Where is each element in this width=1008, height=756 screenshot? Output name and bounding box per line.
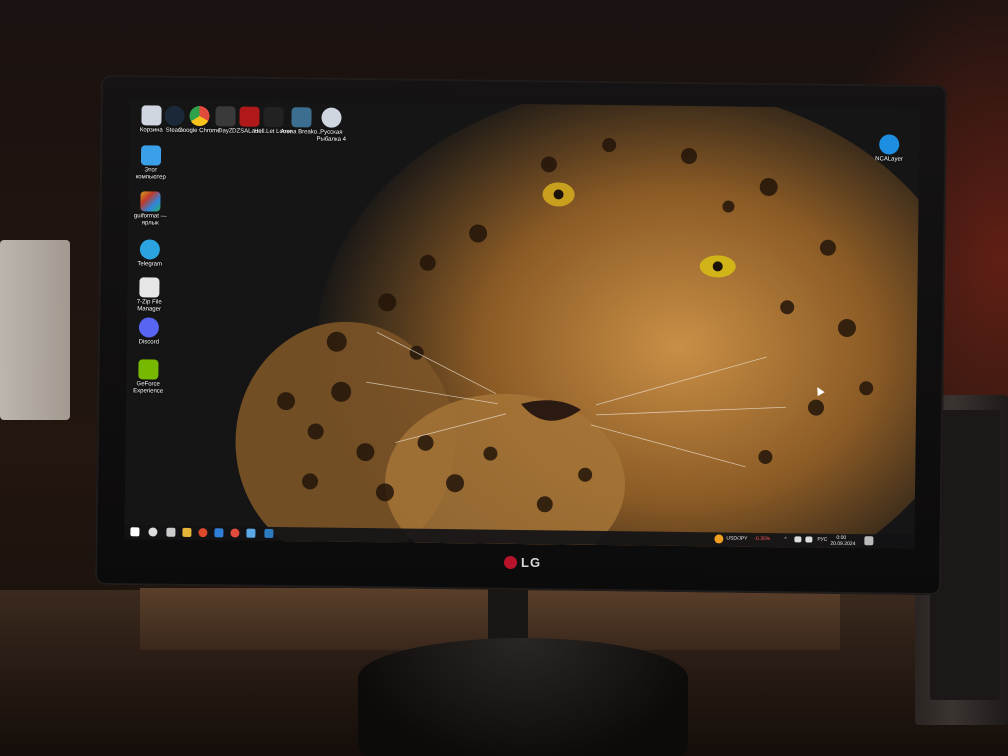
monitor-stand-base — [358, 638, 688, 756]
desktop-icon-discord[interactable]: Discord — [127, 317, 171, 347]
lg-logo-icon — [504, 556, 517, 569]
ticker-change: -0.35% — [754, 535, 771, 543]
russian-fishing-icon — [321, 107, 342, 128]
monitor-logo: LG — [504, 555, 541, 570]
seven-zip-icon — [139, 277, 160, 298]
chrome-taskbar-icon[interactable] — [230, 528, 240, 538]
desktop-icon-ncalayer[interactable]: NCALayer — [867, 134, 911, 164]
telegram-icon — [139, 239, 161, 260]
desktop-icon-guiformat[interactable]: guiformat — ярлык — [128, 191, 172, 228]
monitor-brand: LG — [521, 555, 542, 570]
desktop-screen: Корзина Steam Google Chrome DayZ DZSALau… — [124, 99, 920, 549]
app-icon-2[interactable] — [264, 528, 274, 538]
desktop-icon-russian-fishing[interactable]: Русская Рыбалка 4 — [309, 107, 353, 144]
discord-icon — [138, 317, 160, 338]
store-icon[interactable] — [214, 528, 224, 538]
desktop-icon-telegram[interactable]: Telegram — [128, 239, 172, 269]
tray-chevron-icon[interactable]: ^ — [784, 536, 786, 542]
language-indicator[interactable]: РУС — [817, 537, 827, 543]
task-view-icon[interactable] — [166, 527, 176, 537]
volume-icon[interactable] — [805, 536, 813, 543]
desktop-icon-this-pc[interactable]: Этот компьютер — [129, 145, 173, 182]
leopard-wallpaper — [124, 99, 920, 549]
ticker-widget-icon[interactable] — [714, 534, 724, 544]
this-pc-icon — [140, 145, 162, 166]
network-icon[interactable] — [794, 536, 802, 543]
guiformat-icon — [140, 191, 161, 212]
desktop-icon-7zip[interactable]: 7-Zip File Manager — [127, 277, 171, 314]
explorer-icon[interactable] — [182, 527, 192, 537]
start-windows-icon[interactable] — [130, 527, 140, 537]
desktop-icon-geforce[interactable]: GeForce Experience — [126, 359, 170, 396]
ticker-label[interactable]: USD/JPY — [726, 536, 747, 542]
white-shelf — [0, 240, 70, 420]
browser-icon[interactable] — [198, 528, 208, 538]
ncalayer-icon — [879, 134, 900, 155]
app-icon[interactable] — [246, 528, 256, 538]
geforce-icon — [138, 359, 159, 380]
notification-icon[interactable] — [864, 536, 874, 546]
clock-date[interactable]: 20.09.2024 — [830, 541, 855, 547]
search-icon[interactable] — [148, 527, 158, 537]
